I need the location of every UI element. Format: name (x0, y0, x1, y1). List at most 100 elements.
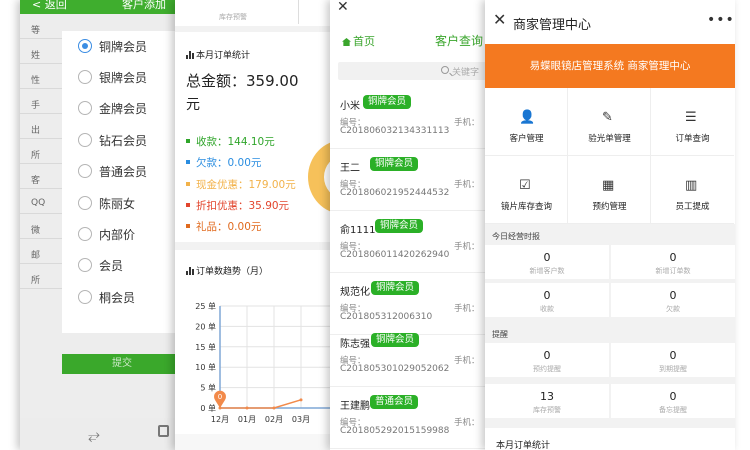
kpi-label: 新增订单数 (655, 267, 691, 275)
x-tick-label: 02月 (265, 415, 283, 424)
radio-icon[interactable] (78, 258, 92, 272)
x-tick-label: 03月 (292, 415, 310, 424)
member-option[interactable]: 陈丽女 (62, 188, 180, 219)
radio-icon[interactable] (78, 290, 92, 304)
customer-name: 小米 (340, 101, 360, 112)
page-title: 客户添加 (122, 0, 166, 11)
header-bar: < 返回 客户添加 (20, 0, 180, 14)
customer-row[interactable]: 俞1111 铜牌会员 编号： C201806011420262940 手机： (330, 211, 490, 273)
member-badge: 铜牌会员 (370, 157, 419, 171)
customer-row[interactable]: 小米 铜牌会员 编号： C201806032134331113 手机： (330, 87, 490, 149)
customer-id: C201806021952444532 (340, 188, 450, 198)
member-option[interactable]: 铜牌会员 (62, 31, 180, 62)
y-tick-label: 15 单 (195, 342, 216, 352)
nav-back-icon[interactable]: ⥂ (88, 426, 100, 444)
menu-label: 预约管理 (592, 202, 627, 212)
radio-icon[interactable] (78, 227, 92, 241)
phone-label: 手机： (454, 242, 480, 252)
submit-button[interactable]: 提交 (62, 354, 180, 374)
top-bar: ✕ (330, 0, 490, 18)
member-option[interactable]: 银牌会员 (62, 62, 180, 93)
more-icon[interactable]: ••• (707, 12, 735, 28)
kpi-label: 备忘提醒 (659, 406, 687, 414)
menu-customer-management[interactable]: 👤 客户管理 (485, 88, 568, 156)
kpi-label: 欠款 (666, 305, 680, 313)
tab-bar: 首页 客户查询 (330, 28, 490, 52)
stat-cash-discount: 现金优惠：179.00元 (186, 177, 296, 192)
kpi-received[interactable]: 0 收款 (485, 283, 609, 317)
remind-appointment[interactable]: 0 预约提醒 (485, 343, 609, 377)
member-badge: 铜牌会员 (375, 219, 424, 233)
option-label: 普通会员 (99, 165, 148, 179)
highlight-label: 0 (218, 393, 222, 401)
android-nav-bar: ⥂ (20, 418, 180, 450)
close-icon[interactable]: ✕ (337, 0, 349, 15)
option-label: 内部价 (99, 228, 136, 242)
member-option[interactable]: 桐会员 (62, 282, 180, 313)
customer-id: C201805301029052062 (340, 364, 450, 374)
option-label: 银牌会员 (99, 71, 148, 85)
option-label: 会员 (99, 259, 124, 273)
calendar-icon: ▦ (602, 178, 615, 193)
menu-prescription-management[interactable]: ✎ 验光单管理 (568, 88, 651, 156)
kpi-new-customers[interactable]: 0 新增客户数 (485, 245, 609, 279)
divider (298, 0, 299, 24)
customer-name: 陈志强 (340, 339, 370, 350)
kpi-value: 0 (543, 251, 551, 264)
member-option[interactable]: 普通会员 (62, 156, 180, 187)
menu-label: 验光单管理 (588, 134, 631, 144)
member-option[interactable]: 内部价 (62, 219, 180, 250)
list-icon: ☰ (685, 110, 697, 125)
kpi-label: 到期提醒 (659, 365, 687, 373)
radio-icon[interactable] (78, 101, 92, 115)
back-button[interactable]: < 返回 (32, 0, 67, 12)
monthly-stats-footer: 本月订单统计 (485, 428, 735, 450)
nav-square-icon[interactable] (158, 425, 169, 437)
search-icon (441, 66, 449, 74)
radio-icon[interactable] (78, 70, 92, 84)
data-point (299, 398, 303, 402)
kpi-owed[interactable]: 0 欠款 (611, 283, 735, 317)
home-icon (342, 38, 351, 46)
tab-customer-query[interactable]: 客户查询 (435, 32, 483, 49)
remind-expiry[interactable]: 0 到期提醒 (611, 343, 735, 377)
building-icon: ▥ (685, 178, 698, 193)
summary-strip: 库存预警 (175, 0, 335, 26)
trend-title: 订单数趋势（月） (186, 264, 268, 277)
remind-memo[interactable]: 0 备忘提醒 (611, 384, 735, 418)
feature-grid: 👤 客户管理 ✎ 验光单管理 ☰ 订单查询 ☑ 镜片库存查询 ▦ 预约管理 ▥ … (485, 88, 735, 224)
close-icon[interactable]: ✕ (493, 10, 506, 29)
search-input[interactable]: 关键字 (338, 62, 490, 80)
member-option[interactable]: 钻石会员 (62, 125, 180, 156)
phone-label: 手机： (454, 356, 480, 366)
search-placeholder: 关键字 (452, 68, 480, 78)
customer-name: 王二 (340, 163, 360, 174)
menu-staff-commission[interactable]: ▥ 员工提成 (651, 156, 734, 224)
menu-label: 员工提成 (675, 202, 710, 212)
kpi-value: 0 (543, 289, 551, 302)
member-option[interactable]: 会员 (62, 250, 180, 281)
radio-selected-icon[interactable] (78, 39, 92, 53)
phone-label: 手机： (454, 180, 480, 190)
menu-lens-stock[interactable]: ☑ 镜片库存查询 (485, 156, 568, 224)
radio-icon[interactable] (78, 164, 92, 178)
radio-icon[interactable] (78, 196, 92, 210)
kpi-label: 新增客户数 (529, 267, 565, 275)
kpi-new-orders[interactable]: 0 新增订单数 (611, 245, 735, 279)
menu-label: 镜片库存查询 (500, 202, 552, 212)
customer-row[interactable]: 陈志强 铜牌会员 编号： C201805301029052062 手机： (330, 325, 490, 387)
tab-home[interactable]: 首页 (342, 33, 375, 49)
merchant-center-screen: ✕ 商家管理中心 ••• 易蝶眼镜店管理系统 商家管理中心 👤 客户管理 ✎ 验… (485, 0, 735, 450)
customer-id: C201805292015159988 (340, 426, 450, 436)
kpi-label: 收款 (540, 305, 554, 313)
menu-label: 客户管理 (509, 134, 544, 144)
customer-row[interactable]: 王二 铜牌会员 编号： C201806021952444532 手机： (330, 149, 490, 211)
member-type-sheet: 铜牌会员 银牌会员 金牌会员 钻石会员 普通会员 陈丽女 内部价 会员 桐会员 (62, 31, 180, 333)
member-option[interactable]: 金牌会员 (62, 93, 180, 124)
stock-warning-caption: 库存预警 (219, 13, 247, 21)
customer-row[interactable]: 王建鹏 普通会员 编号： C201805292015159988 手机： (330, 387, 490, 449)
remind-stock[interactable]: 13 库存预警 (485, 384, 609, 418)
menu-order-query[interactable]: ☰ 订单查询 (651, 88, 734, 156)
radio-icon[interactable] (78, 133, 92, 147)
menu-appointment[interactable]: ▦ 预约管理 (568, 156, 651, 224)
